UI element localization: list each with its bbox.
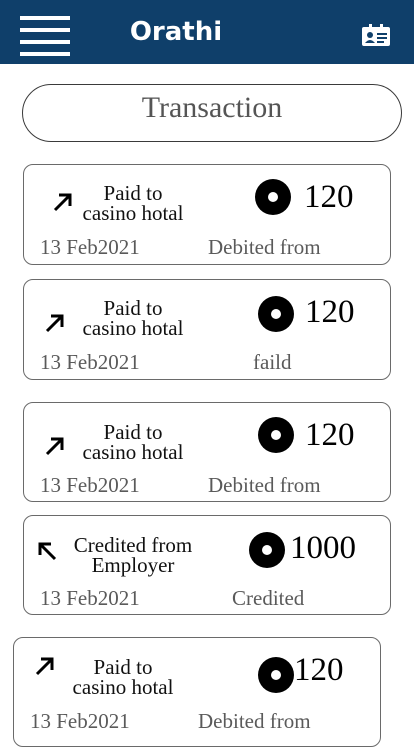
transaction-description: Paid to casino hotal	[82, 296, 184, 340]
transaction-amount: 1000	[290, 530, 356, 566]
transaction-description: Paid to casino hotal	[72, 655, 174, 699]
coin-icon	[249, 532, 285, 568]
transaction-date: 13 Feb2021	[40, 350, 140, 374]
transaction-description: Paid to casino hotal	[82, 181, 184, 225]
coin-icon	[258, 417, 294, 453]
transaction-date: 13 Feb2021	[40, 235, 140, 259]
transaction-status: Debited from	[208, 235, 321, 259]
id-card-icon[interactable]	[362, 24, 390, 46]
transaction-date: 13 Feb2021	[40, 586, 140, 610]
coin-icon	[258, 296, 294, 332]
transaction-date: 13 Feb2021	[40, 473, 140, 497]
transaction-amount: 120	[305, 417, 355, 453]
transaction-card[interactable]: Paid to casino hotal 120 13 Feb2021 Debi…	[13, 637, 381, 747]
top-app-bar: Orathi	[0, 0, 414, 64]
arrow-down-left-icon	[38, 542, 57, 561]
app-title: Orathi	[129, 17, 223, 47]
arrow-up-right-icon	[45, 437, 64, 456]
transaction-amount: 120	[304, 179, 354, 215]
coin-icon	[258, 657, 294, 693]
arrow-up-right-icon	[35, 657, 54, 676]
arrow-up-right-icon	[53, 193, 72, 212]
transaction-header[interactable]: Transaction	[22, 84, 402, 142]
coin-icon	[255, 179, 291, 215]
transaction-status: Debited from	[208, 473, 321, 497]
transaction-status: faild	[253, 350, 292, 374]
transaction-status: Debited from	[198, 709, 311, 733]
transaction-amount: 120	[294, 652, 344, 688]
transaction-description: Paid to casino hotal	[82, 420, 184, 464]
transaction-status: Credited	[232, 586, 305, 610]
transaction-card[interactable]: Paid to casino hotal 120 13 Feb2021 Debi…	[23, 164, 391, 265]
transaction-date: 13 Feb2021	[30, 709, 130, 733]
transaction-card[interactable]: Paid to casino hotal 120 13 Feb2021 Debi…	[23, 402, 391, 502]
arrow-up-right-icon	[45, 314, 64, 333]
transaction-card[interactable]: Credited from Employer 1000 13 Feb2021 C…	[23, 515, 391, 615]
transaction-card[interactable]: Paid to casino hotal 120 13 Feb2021 fail…	[23, 279, 391, 380]
transaction-amount: 120	[305, 294, 355, 330]
transaction-description: Credited from Employer	[73, 533, 193, 577]
